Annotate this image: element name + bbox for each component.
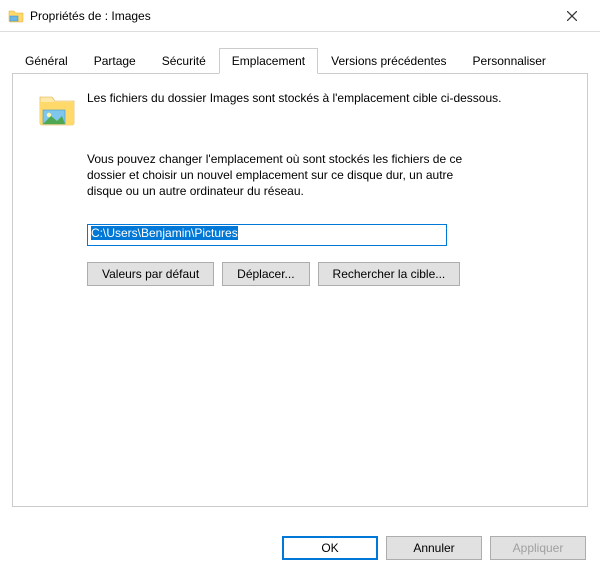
close-icon — [567, 11, 577, 21]
close-button[interactable] — [552, 0, 592, 32]
tab-panel-location: Les fichiers du dossier Images sont stoc… — [12, 73, 588, 507]
apply-button[interactable]: Appliquer — [490, 536, 586, 560]
location-description-sub: Vous pouvez changer l'emplacement où son… — [87, 151, 467, 200]
ok-button[interactable]: OK — [282, 536, 378, 560]
tab-location[interactable]: Emplacement — [219, 48, 318, 74]
move-button[interactable]: Déplacer... — [222, 262, 309, 286]
location-description-main: Les fichiers du dossier Images sont stoc… — [87, 90, 501, 133]
folder-icon — [8, 8, 24, 24]
path-input[interactable]: C:\Users\Benjamin\Pictures — [87, 224, 447, 246]
window-titlebar: Propriétés de : Images — [0, 0, 600, 32]
tab-customize[interactable]: Personnaliser — [460, 48, 559, 73]
window-title: Propriétés de : Images — [30, 9, 552, 23]
tab-previous-versions[interactable]: Versions précédentes — [318, 48, 459, 73]
restore-defaults-button[interactable]: Valeurs par défaut — [87, 262, 214, 286]
pictures-folder-icon — [37, 90, 77, 133]
tabs-row: Général Partage Sécurité Emplacement Ver… — [12, 48, 588, 73]
tab-general[interactable]: Général — [12, 48, 81, 73]
dialog-button-row: OK Annuler Appliquer — [282, 536, 586, 560]
path-input-value: C:\Users\Benjamin\Pictures — [91, 226, 238, 240]
cancel-button[interactable]: Annuler — [386, 536, 482, 560]
find-target-button[interactable]: Rechercher la cible... — [318, 262, 461, 286]
tab-sharing[interactable]: Partage — [81, 48, 149, 73]
tab-security[interactable]: Sécurité — [149, 48, 219, 73]
